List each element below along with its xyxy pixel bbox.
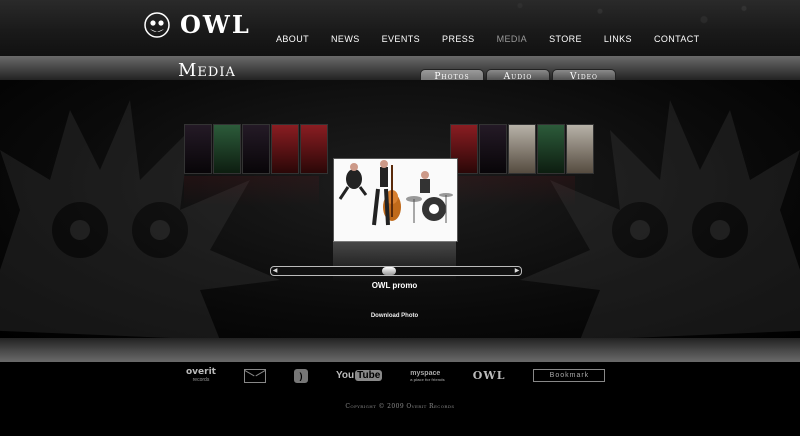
youtube-word: You bbox=[335, 370, 355, 381]
scroll-left-arrow-icon[interactable]: ◀ bbox=[271, 267, 279, 275]
nav-news[interactable]: NEWS bbox=[331, 34, 360, 44]
photo-thumbnail[interactable] bbox=[508, 124, 536, 174]
nav-events[interactable]: EVENTS bbox=[382, 34, 420, 44]
footer-links: overit records ) You Tube myspace a place… bbox=[186, 367, 606, 384]
site-logo[interactable]: OWL bbox=[144, 10, 251, 39]
gallery-scrollbar[interactable]: ◀ ▶ bbox=[270, 266, 522, 276]
scroll-right-arrow-icon[interactable]: ▶ bbox=[513, 267, 521, 275]
nav-about[interactable]: ABOUT bbox=[276, 34, 309, 44]
youtube-icon: You Tube bbox=[335, 370, 383, 381]
owl-logo-icon bbox=[144, 11, 170, 38]
photo-thumbnail[interactable] bbox=[242, 124, 270, 174]
youtube-link[interactable]: You Tube bbox=[335, 370, 383, 381]
thumbnail-reflection bbox=[450, 176, 575, 206]
bookmark-label: Bookmark bbox=[533, 369, 606, 382]
photo-thumbnail[interactable] bbox=[479, 124, 507, 174]
brand-name: OWL bbox=[180, 10, 251, 39]
overit-records-link[interactable]: overit records bbox=[186, 367, 216, 384]
photo-thumbnail[interactable] bbox=[271, 124, 299, 174]
overit-logo-text: overit bbox=[186, 367, 216, 377]
site-header: OWL ABOUT NEWS EVENTS PRESS MEDIA STORE … bbox=[0, 0, 800, 57]
myspace-icon: myspace a place for friends bbox=[410, 370, 444, 382]
bookmark-button[interactable]: Bookmark bbox=[533, 369, 606, 382]
band-photo-image bbox=[334, 159, 457, 241]
nav-media[interactable]: MEDIA bbox=[497, 34, 528, 44]
overit-logo-sub: records bbox=[192, 377, 210, 383]
myspace-tagline: a place for friends bbox=[410, 376, 445, 382]
gallery-stage: ◀ ▶ OWL promo Download Photo bbox=[0, 80, 800, 338]
photo-thumbnail[interactable] bbox=[537, 124, 565, 174]
thumbnail-strip-left bbox=[184, 124, 329, 174]
photo-thumbnail[interactable] bbox=[300, 124, 328, 174]
nav-links[interactable]: LINKS bbox=[604, 34, 632, 44]
nav-store[interactable]: STORE bbox=[549, 34, 582, 44]
main-nav: ABOUT NEWS EVENTS PRESS MEDIA STORE LINK… bbox=[276, 34, 722, 44]
photo-caption: OWL promo bbox=[371, 281, 418, 290]
email-link[interactable] bbox=[243, 368, 266, 383]
nav-press[interactable]: PRESS bbox=[442, 34, 475, 44]
myspace-link[interactable]: myspace a place for friends bbox=[410, 370, 444, 382]
thumbnail-reflection bbox=[184, 176, 319, 206]
owl-footer-logo: OWL bbox=[472, 369, 506, 382]
page-title: Media bbox=[178, 60, 236, 81]
photo-thumbnail[interactable] bbox=[213, 124, 241, 174]
copyright-text: Copyright © 2009 Overit Records bbox=[345, 403, 455, 410]
rss-icon: ) bbox=[293, 368, 308, 383]
photo-thumbnail[interactable] bbox=[566, 124, 594, 174]
header-chrome-band bbox=[0, 56, 800, 80]
site-footer: overit records ) You Tube myspace a place… bbox=[0, 362, 800, 436]
nav-contact[interactable]: CONTACT bbox=[654, 34, 700, 44]
download-photo-link[interactable]: Download Photo bbox=[333, 313, 456, 319]
mail-icon bbox=[243, 368, 266, 383]
photo-thumbnail[interactable] bbox=[184, 124, 212, 174]
thumbnail-strip-right bbox=[450, 124, 595, 174]
featured-photo[interactable] bbox=[333, 158, 458, 242]
footer-chrome-band bbox=[0, 338, 800, 362]
youtube-tube: Tube bbox=[355, 370, 383, 381]
rss-link[interactable]: ) bbox=[293, 368, 308, 383]
myspace-word: myspace bbox=[410, 369, 441, 377]
owl-footer-link[interactable]: OWL bbox=[473, 369, 506, 382]
scrollbar-thumb[interactable] bbox=[382, 267, 397, 275]
